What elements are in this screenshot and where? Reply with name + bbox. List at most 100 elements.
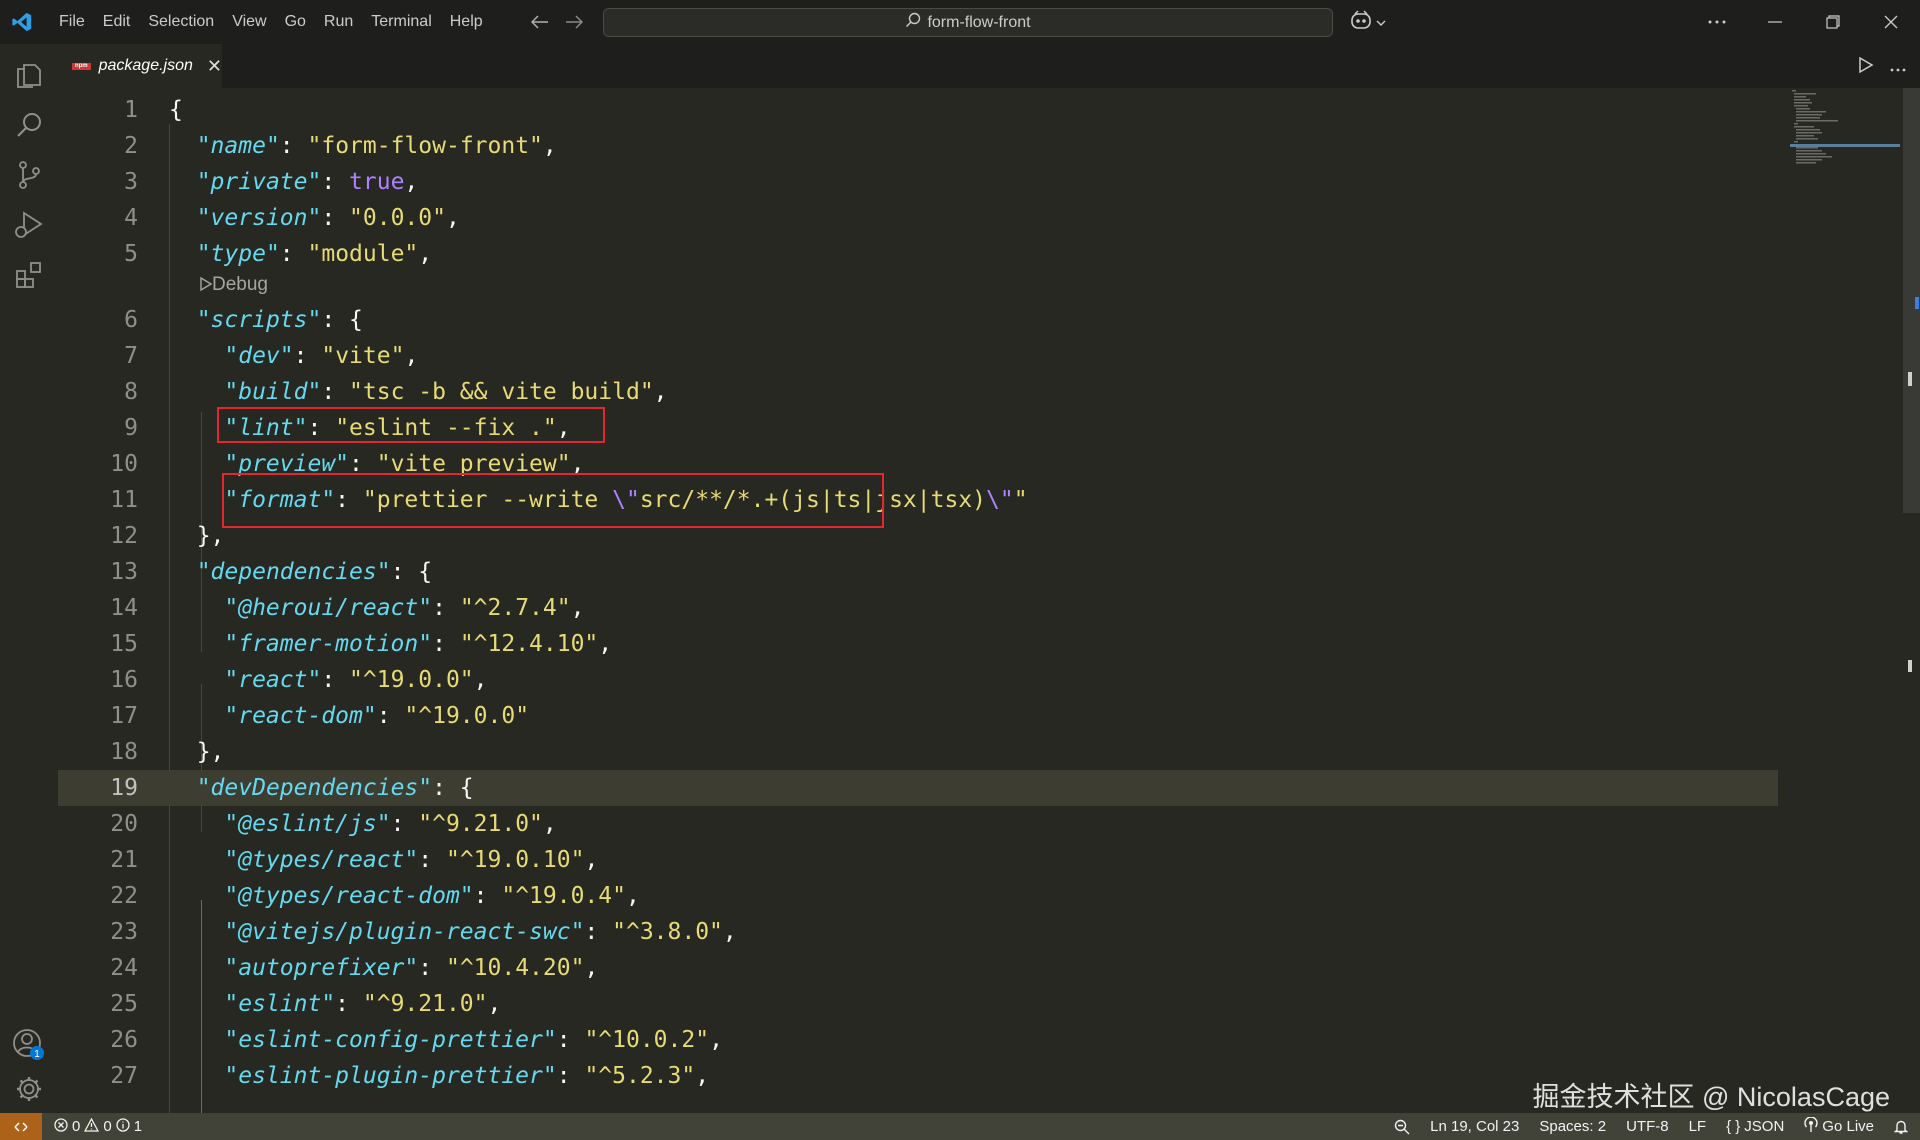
end-of-line[interactable]: LF	[1689, 1118, 1707, 1135]
code-text: "build": "tsc -b && vite build",	[169, 374, 667, 410]
code-token: "dev"	[224, 343, 294, 369]
code-text: {	[169, 92, 183, 128]
cursor-position[interactable]: Ln 19, Col 23	[1430, 1118, 1519, 1135]
encoding[interactable]: UTF-8	[1626, 1118, 1669, 1135]
menu-selection[interactable]: Selection	[139, 0, 223, 44]
code-line[interactable]: 18 },	[58, 734, 1778, 770]
code-token: {	[169, 97, 183, 123]
code-line[interactable]: 3 "private": true,	[58, 164, 1778, 200]
menu-help[interactable]: Help	[441, 0, 492, 44]
code-line[interactable]: 4 "version": "0.0.0",	[58, 200, 1778, 236]
code-line[interactable]: 17 "react-dom": "^19.0.0"	[58, 698, 1778, 734]
code-line[interactable]: 26 "eslint-config-prettier": "^10.0.2",	[58, 1022, 1778, 1058]
code-token: "0.0.0"	[349, 205, 446, 231]
run-debug-icon[interactable]	[0, 200, 58, 250]
code-line[interactable]: 21 "@types/react": "^19.0.10",	[58, 842, 1778, 878]
code-line[interactable]: 14 "@heroui/react": "^2.7.4",	[58, 590, 1778, 626]
code-line[interactable]: 27 "eslint-plugin-prettier": "^5.2.3",	[58, 1058, 1778, 1094]
code-editor[interactable]: 1{2 "name": "form-flow-front", 3 "private…	[58, 88, 1900, 1113]
extensions-icon[interactable]	[0, 250, 58, 300]
code-text: "@heroui/react": "^2.7.4",	[169, 590, 584, 626]
minimize-icon[interactable]	[1746, 0, 1804, 44]
back-arrow-icon[interactable]	[530, 12, 550, 32]
code-text: "react-dom": "^19.0.0"	[169, 698, 529, 734]
tab-package-json[interactable]: npm package.json ✕	[58, 44, 222, 88]
code-token: :	[584, 919, 613, 945]
language-mode[interactable]: { } JSON	[1726, 1118, 1784, 1135]
explorer-icon[interactable]	[0, 48, 58, 98]
line-number: 24	[110, 955, 138, 981]
code-token: ,	[722, 919, 737, 945]
menu-run[interactable]: Run	[315, 0, 362, 44]
zoom-out-icon[interactable]	[1394, 1119, 1410, 1135]
run-icon[interactable]	[1858, 56, 1874, 79]
code-text: "@eslint/js": "^9.21.0",	[169, 806, 556, 842]
code-token: "^5.2.3"	[584, 1063, 696, 1089]
code-line[interactable]: 7 "dev": "vite",	[58, 338, 1778, 374]
format-highlight-box	[222, 473, 884, 528]
code-line[interactable]: 5 "type": "module",	[58, 236, 1778, 272]
remote-indicator[interactable]	[0, 1113, 42, 1140]
code-line[interactable]: 6 "scripts": {	[58, 302, 1778, 338]
code-line[interactable]: 25 "eslint": "^9.21.0",	[58, 986, 1778, 1022]
code-token: },	[169, 739, 225, 765]
code-line[interactable]: 19 "devDependencies": {	[58, 770, 1778, 806]
bell-icon[interactable]	[1894, 1119, 1908, 1135]
accounts-icon[interactable]: 1	[0, 1020, 58, 1070]
go-live-label: Go Live	[1822, 1118, 1874, 1135]
code-token: ,	[418, 241, 433, 267]
code-line[interactable]: 23 "@vitejs/plugin-react-swc": "^3.8.0",	[58, 914, 1778, 950]
code-line[interactable]: 16 "react": "^19.0.0",	[58, 662, 1778, 698]
code-text: "eslint-config-prettier": "^10.0.2",	[169, 1022, 723, 1058]
status-bar: 0 0 1 Ln 19, Col 23 Spaces: 2 UTF-8 LF {…	[0, 1113, 1920, 1140]
forward-arrow-icon[interactable]	[564, 12, 584, 32]
code-line[interactable]: 15 "framer-motion": "^12.4.10",	[58, 626, 1778, 662]
close-window-icon[interactable]	[1862, 0, 1920, 44]
line-number: 12	[110, 523, 138, 549]
more-options-icon[interactable]	[1688, 0, 1746, 44]
minimap[interactable]	[1790, 88, 1900, 168]
code-line[interactable]: 20 "@eslint/js": "^9.21.0",	[58, 806, 1778, 842]
line-number: 4	[124, 205, 138, 231]
code-line[interactable]: 24 "autoprefixer": "^10.4.20",	[58, 950, 1778, 986]
source-control-icon[interactable]	[0, 150, 58, 200]
code-line[interactable]: 1{	[58, 92, 1778, 128]
menu-edit[interactable]: Edit	[94, 0, 140, 44]
code-text: },	[169, 518, 225, 554]
code-token: "react"	[224, 667, 322, 693]
menu-terminal[interactable]: Terminal	[362, 0, 440, 44]
restore-icon[interactable]	[1804, 0, 1862, 44]
code-token: "eslint-config-prettier"	[224, 1027, 557, 1053]
code-token: "@types/react"	[224, 847, 419, 873]
code-line[interactable]: 2 "name": "form-flow-front",	[58, 128, 1778, 164]
menu-view[interactable]: View	[223, 0, 275, 44]
debug-codelens[interactable]: Debug	[200, 272, 268, 298]
menu-go[interactable]: Go	[276, 0, 315, 44]
code-line[interactable]: 13 "dependencies": {	[58, 554, 1778, 590]
activity-bar: 1	[0, 44, 58, 1113]
editor-more-icon[interactable]	[1890, 59, 1906, 77]
code-line[interactable]: 8 "build": "tsc -b && vite build",	[58, 374, 1778, 410]
copilot-button[interactable]	[1350, 10, 1386, 35]
line-number: 5	[124, 241, 138, 267]
search-sidebar-icon[interactable]	[0, 100, 58, 150]
editor-actions	[1858, 56, 1906, 79]
code-token: ,	[404, 343, 419, 369]
code-text: },	[169, 734, 225, 770]
close-icon[interactable]: ✕	[207, 56, 222, 77]
code-text: "private": true,	[169, 164, 419, 200]
code-token: "^2.7.4"	[459, 595, 571, 621]
code-token: :	[321, 379, 350, 405]
menu-file[interactable]: File	[50, 0, 94, 44]
problems-indicator[interactable]: 0 0 1	[54, 1117, 142, 1136]
command-center-search[interactable]: form-flow-front	[603, 8, 1333, 37]
go-live-button[interactable]: Go Live	[1804, 1115, 1874, 1137]
manage-gear-icon[interactable]	[0, 1064, 58, 1114]
code-text: "scripts": {	[169, 302, 363, 338]
code-line[interactable]: 22 "@types/react-dom": "^19.0.4",	[58, 878, 1778, 914]
code-token: "^9.21.0"	[418, 811, 543, 837]
indentation[interactable]: Spaces: 2	[1539, 1118, 1606, 1135]
